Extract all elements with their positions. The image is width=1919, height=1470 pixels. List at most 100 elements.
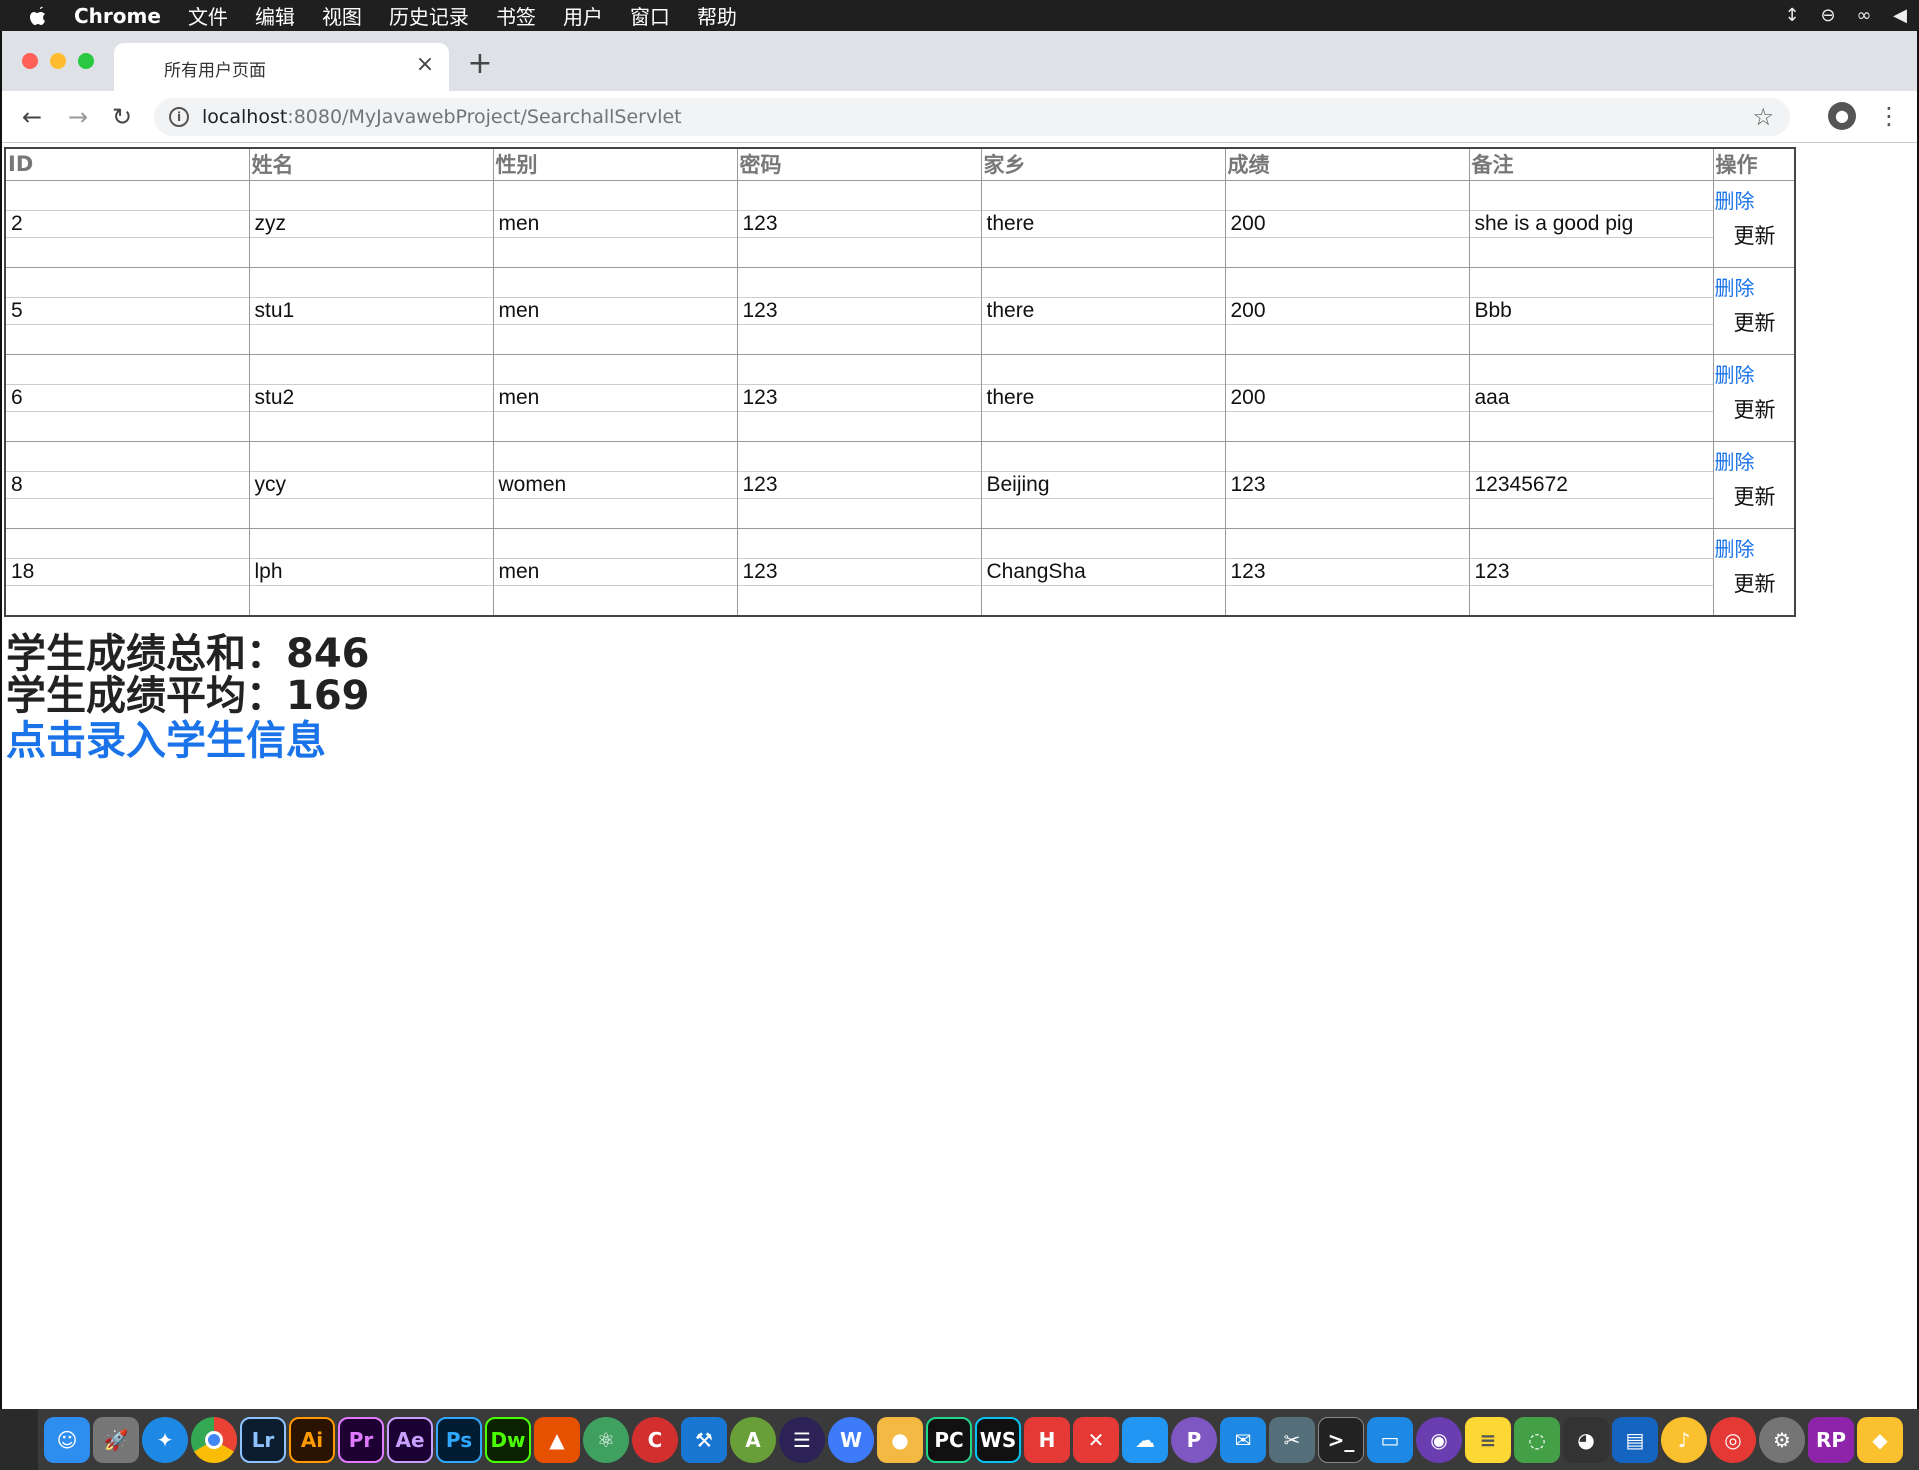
update-button[interactable]: 更新 (1726, 219, 1784, 253)
password-field[interactable]: 123 (737, 557, 981, 586)
webstorm-icon[interactable]: WS (975, 1416, 1021, 1463)
pycharm-icon[interactable]: PC (926, 1416, 972, 1463)
minimize-window-button[interactable] (50, 53, 66, 69)
score-field[interactable]: 123 (1225, 557, 1469, 586)
zoom-window-button[interactable] (78, 53, 94, 69)
gender-field[interactable]: men (493, 383, 737, 412)
gender-field[interactable]: men (493, 209, 737, 238)
add-student-link[interactable]: 点击录入学生信息 (6, 717, 370, 765)
menu-edit[interactable]: 编辑 (255, 1, 295, 30)
instruments-icon[interactable]: ✂ (1269, 1416, 1315, 1463)
notes-icon[interactable]: ≡ (1465, 1416, 1511, 1463)
delete-link[interactable]: 删除 (1715, 533, 1755, 562)
menu-history[interactable]: 历史记录 (389, 1, 469, 30)
eclipse-icon[interactable]: ☰ (779, 1416, 825, 1463)
delete-link[interactable]: 删除 (1715, 359, 1755, 388)
keynote-icon[interactable]: ▭ (1367, 1416, 1413, 1463)
launchpad-icon[interactable]: 🚀 (93, 1416, 139, 1463)
volume-icon[interactable]: ◀ (1889, 5, 1911, 27)
id-field[interactable]: 18 (6, 557, 249, 586)
id-field[interactable]: 5 (6, 296, 249, 325)
do-not-disturb-icon[interactable]: ⊖ (1817, 5, 1839, 27)
delete-link[interactable]: 删除 (1715, 185, 1755, 214)
note-field[interactable]: she is a good pig (1469, 209, 1713, 238)
lightroom-icon[interactable]: Lr (240, 1416, 286, 1463)
menu-bookmarks[interactable]: 书签 (496, 1, 536, 30)
address-bar[interactable]: i localhost:8080/MyJavawebProject/Search… (154, 98, 1790, 136)
close-window-button[interactable] (22, 53, 38, 69)
qq-music-icon[interactable]: ♪ (1661, 1416, 1707, 1463)
update-button[interactable]: 更新 (1726, 480, 1784, 514)
update-button[interactable]: 更新 (1726, 393, 1784, 427)
dreamweaver-icon[interactable]: Dw (485, 1416, 531, 1463)
password-field[interactable]: 123 (737, 209, 981, 238)
hometown-field[interactable]: there (981, 296, 1225, 325)
password-field[interactable]: 123 (737, 296, 981, 325)
new-tab-button[interactable]: + (465, 49, 495, 79)
tab-all-users[interactable]: 所有用户页面 × (114, 43, 449, 91)
password-field[interactable]: 123 (737, 470, 981, 499)
after-effects-icon[interactable]: Ae (387, 1416, 433, 1463)
finder-icon[interactable]: ☺ (44, 1416, 90, 1463)
name-field[interactable]: stu1 (249, 296, 493, 325)
bookmark-star-icon[interactable]: ☆ (1752, 103, 1774, 131)
creative-cloud-icon[interactable]: ∞ (1853, 5, 1875, 27)
qq-icon[interactable]: ◕ (1563, 1416, 1609, 1463)
id-field[interactable]: 6 (6, 383, 249, 412)
note-field[interactable]: 123 (1469, 557, 1713, 586)
name-field[interactable]: stu2 (249, 383, 493, 412)
site-info-icon[interactable]: i (169, 107, 189, 127)
delete-link[interactable]: 删除 (1715, 446, 1755, 475)
note-field[interactable]: 12345672 (1469, 470, 1713, 499)
mail-icon[interactable]: ✉ (1220, 1416, 1266, 1463)
id-field[interactable]: 2 (6, 209, 249, 238)
update-button[interactable]: 更新 (1726, 306, 1784, 340)
gender-field[interactable]: women (493, 470, 737, 499)
tab-close-icon[interactable]: × (413, 53, 437, 77)
update-button[interactable]: 更新 (1726, 567, 1784, 601)
transfer-status-icon[interactable]: ↕ (1781, 5, 1803, 27)
wechat-icon[interactable]: ◌ (1514, 1416, 1560, 1463)
system-preferences-icon[interactable]: ⚙ (1759, 1416, 1805, 1463)
menu-window[interactable]: 窗口 (630, 1, 670, 30)
wps-icon[interactable]: W (828, 1416, 874, 1463)
gender-field[interactable]: men (493, 296, 737, 325)
hometown-field[interactable]: Beijing (981, 470, 1225, 499)
menu-help[interactable]: 帮助 (697, 1, 737, 30)
password-field[interactable]: 123 (737, 383, 981, 412)
name-field[interactable]: ycy (249, 470, 493, 499)
axure-icon[interactable]: RP (1808, 1416, 1854, 1463)
menu-file[interactable]: 文件 (188, 1, 228, 30)
reload-icon[interactable]: ↻ (108, 103, 136, 131)
note-field[interactable]: aaa (1469, 383, 1713, 412)
postman-icon[interactable]: P (1171, 1416, 1217, 1463)
netease-music-icon[interactable]: ◎ (1710, 1416, 1756, 1463)
menu-app-chrome[interactable]: Chrome (74, 4, 161, 28)
remote-desktop-icon[interactable]: ▤ (1612, 1416, 1658, 1463)
score-field[interactable]: 200 (1225, 296, 1469, 325)
note-field[interactable]: Bbb (1469, 296, 1713, 325)
name-field[interactable]: lph (249, 557, 493, 586)
hometown-field[interactable]: ChangSha (981, 557, 1225, 586)
hometown-field[interactable]: there (981, 383, 1225, 412)
chrome-menu-icon[interactable]: ⋮ (1877, 101, 1901, 131)
xcode-icon[interactable]: ⚒ (681, 1416, 727, 1463)
github-icon[interactable]: ◉ (1416, 1416, 1462, 1463)
name-field[interactable]: zyz (249, 209, 493, 238)
score-field[interactable]: 200 (1225, 383, 1469, 412)
gender-field[interactable]: men (493, 557, 737, 586)
back-icon[interactable]: ← (18, 103, 46, 131)
delete-link[interactable]: 删除 (1715, 272, 1755, 301)
score-field[interactable]: 200 (1225, 209, 1469, 238)
codeblocks-icon[interactable]: C (632, 1416, 678, 1463)
chrome-icon[interactable] (191, 1416, 237, 1463)
safari-icon[interactable]: ✦ (142, 1416, 188, 1463)
score-field[interactable]: 123 (1225, 470, 1469, 499)
menu-view[interactable]: 视图 (322, 1, 362, 30)
terminal-icon[interactable]: >_ (1318, 1416, 1364, 1463)
menu-people[interactable]: 用户 (563, 1, 603, 30)
apple-menu-icon[interactable] (26, 3, 52, 29)
android-studio-icon[interactable]: A (730, 1416, 776, 1463)
atom-icon[interactable]: ⚛ (583, 1416, 629, 1463)
id-field[interactable]: 8 (6, 470, 249, 499)
